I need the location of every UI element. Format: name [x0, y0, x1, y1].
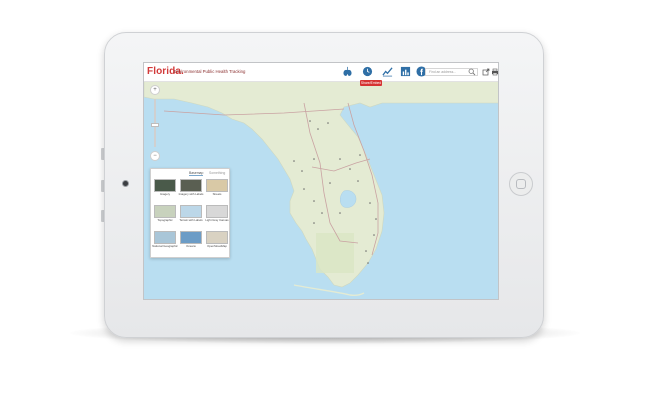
basemap-gallery: Basemap Something Imagery Imagery with L…	[150, 168, 230, 258]
home-button-glyph	[516, 179, 526, 189]
zoom-control: + −	[150, 85, 160, 163]
basemap-option[interactable]: Light Gray Canvas	[205, 205, 229, 227]
basemap-option[interactable]: Topographic	[154, 205, 176, 227]
basemap-thumbnail	[180, 205, 202, 218]
basemap-label: Topographic	[157, 218, 173, 222]
print-icon[interactable]	[491, 68, 499, 76]
app-screen: Florida. Environmental Public Health Tra…	[143, 62, 499, 300]
basemap-thumbnail	[154, 231, 176, 244]
lungs-icon[interactable]	[342, 66, 353, 77]
chart-line-icon[interactable]	[382, 66, 393, 77]
basemap-tabs: Basemap Something	[151, 171, 229, 178]
search-icon[interactable]	[468, 68, 476, 76]
everglades-area	[316, 233, 354, 273]
basemap-label: Imagery with Labels	[178, 192, 204, 196]
basemap-option[interactable]: Terrain with Labels	[179, 205, 203, 227]
basemap-option[interactable]: OpenStreetMap	[206, 231, 228, 253]
basemap-label: OpenStreetMap	[207, 244, 227, 248]
clock-icon[interactable]	[362, 66, 373, 77]
export-icon[interactable]	[482, 68, 490, 76]
basemap-label: National Geographic	[152, 244, 178, 248]
tab-basemap[interactable]: Basemap	[189, 171, 204, 176]
basemap-option[interactable]: National Geographic	[152, 231, 178, 253]
basemap-thumbnail	[154, 205, 176, 218]
home-button[interactable]	[509, 172, 533, 196]
camera-icon	[122, 180, 129, 187]
basemap-thumbnail	[180, 179, 202, 192]
basemap-option[interactable]: Imagery	[154, 179, 176, 201]
basemap-thumbnail	[206, 179, 228, 192]
app-subtitle: Environmental Public Health Tracking	[174, 69, 246, 74]
basemap-label: Oceans	[186, 244, 196, 248]
lake-okeechobee	[340, 190, 357, 208]
basemap-label: Imagery	[159, 192, 171, 196]
basemap-option[interactable]: Streets	[206, 179, 228, 201]
basemap-option[interactable]: Oceans	[180, 231, 202, 253]
tab-secondary[interactable]: Something	[209, 171, 225, 175]
zoom-out-button[interactable]: −	[150, 151, 160, 161]
app-header: Florida. Environmental Public Health Tra…	[144, 63, 499, 82]
chart-bar-icon[interactable]	[400, 66, 411, 77]
zoom-slider-handle[interactable]	[151, 123, 159, 127]
share-embed-button[interactable]: Share/Embed	[360, 80, 382, 86]
basemap-thumbnail	[180, 231, 202, 244]
basemap-label: Terrain with Labels	[179, 218, 203, 222]
basemap-option[interactable]: Imagery with Labels	[178, 179, 204, 201]
basemap-thumbnail	[206, 231, 228, 244]
basemap-thumbnail	[206, 205, 228, 218]
basemap-label: Light Gray Canvas	[205, 218, 229, 222]
zoom-in-button[interactable]: +	[150, 85, 160, 95]
basemap-label: Streets	[212, 192, 222, 196]
basemap-thumbnail	[154, 179, 176, 192]
